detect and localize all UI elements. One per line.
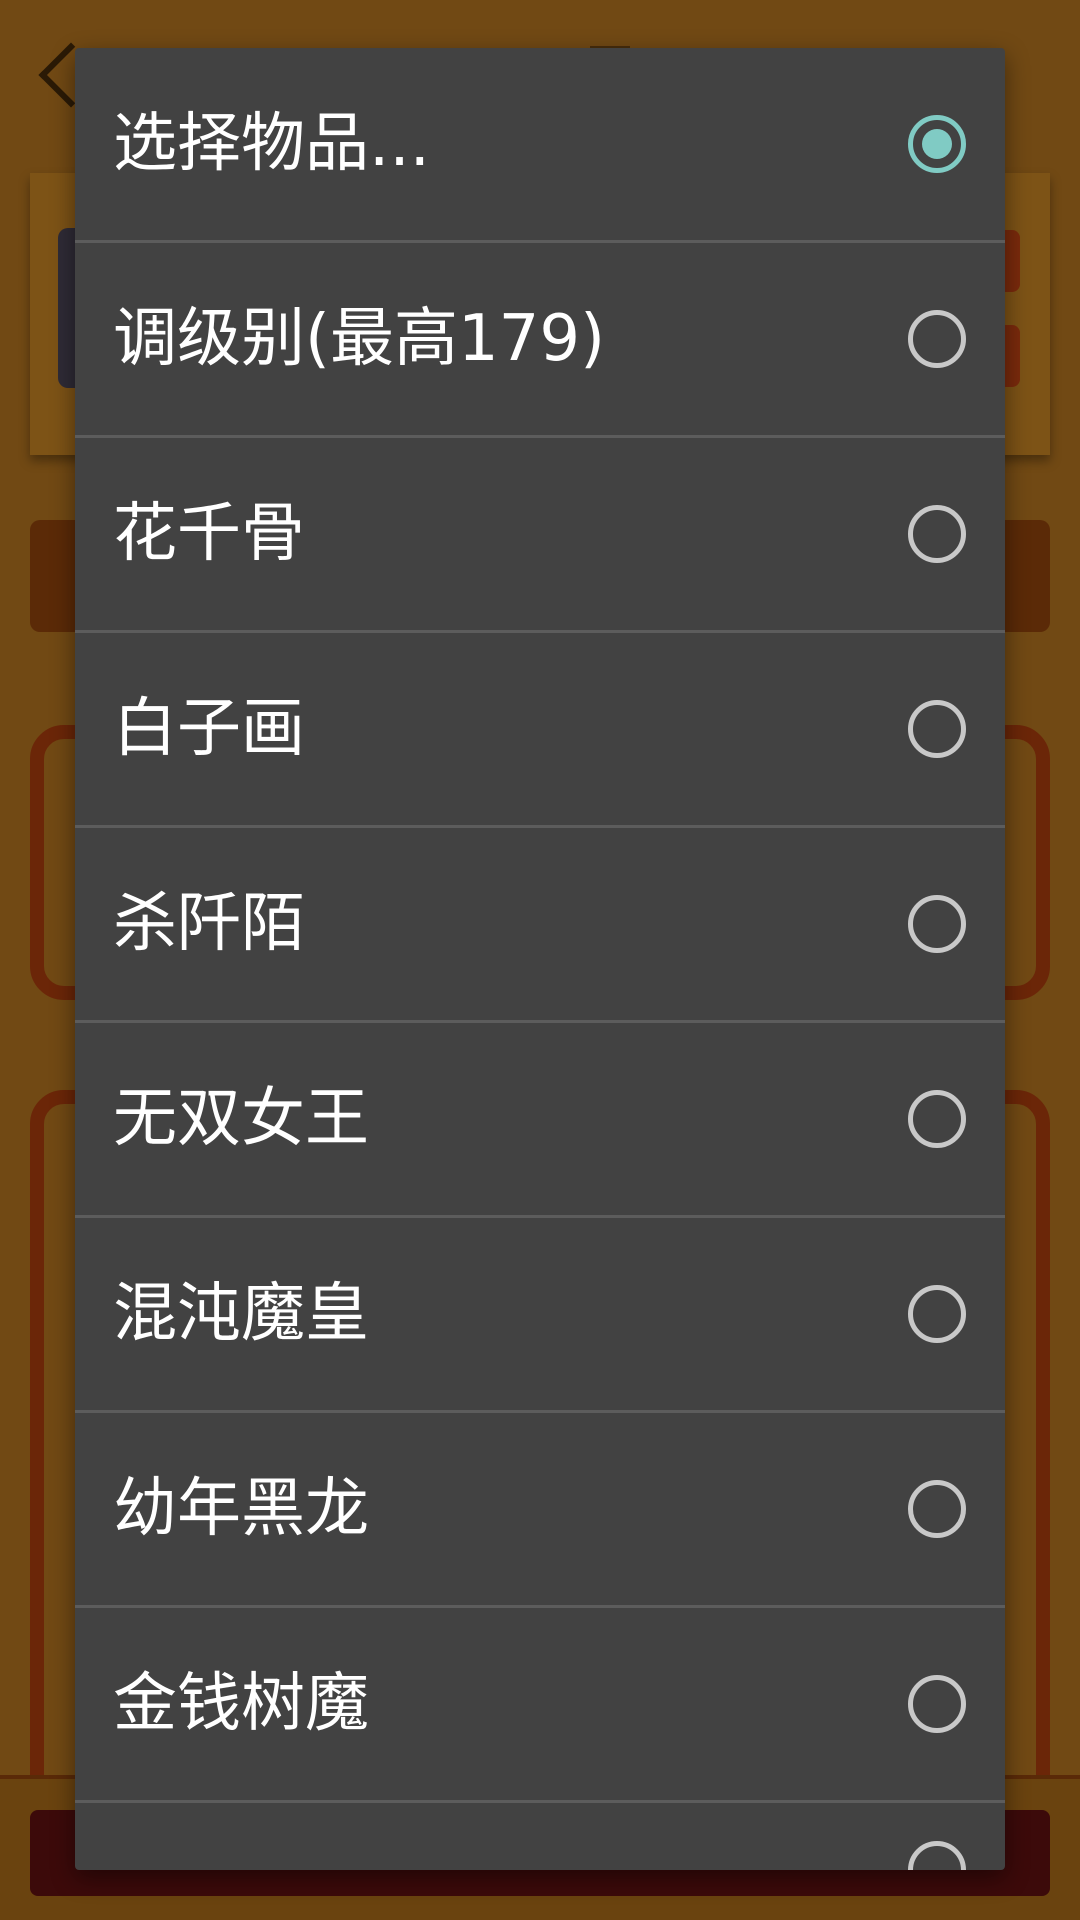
option-wushuang-queen[interactable]: 无双女王 <box>75 1023 1005 1218</box>
option-sha-qianmo[interactable]: 杀阡陌 <box>75 828 1005 1023</box>
option-partial[interactable] <box>75 1803 1005 1870</box>
radio-dot-icon <box>922 129 952 159</box>
option-label: 幼年黑龙 <box>113 1472 369 1546</box>
radio-unselected-icon[interactable] <box>908 1841 966 1870</box>
radio-unselected-icon[interactable] <box>908 505 966 563</box>
option-label: 选择物品... <box>113 107 431 181</box>
radio-unselected-icon[interactable] <box>908 1285 966 1343</box>
radio-unselected-icon[interactable] <box>908 1480 966 1538</box>
option-money-tree-demon[interactable]: 金钱树魔 <box>75 1608 1005 1803</box>
radio-unselected-icon[interactable] <box>908 895 966 953</box>
option-label: 花千骨 <box>113 497 305 571</box>
option-hua-qiangu[interactable]: 花千骨 <box>75 438 1005 633</box>
option-label: 调级别(最高179) <box>113 302 606 376</box>
option-young-black-dragon[interactable]: 幼年黑龙 <box>75 1413 1005 1608</box>
option-label: 无双女王 <box>113 1082 369 1156</box>
radio-unselected-icon[interactable] <box>908 1090 966 1148</box>
option-adjust-level[interactable]: 调级别(最高179) <box>75 243 1005 438</box>
option-bai-zihua[interactable]: 白子画 <box>75 633 1005 828</box>
radio-unselected-icon[interactable] <box>908 310 966 368</box>
option-label: 杀阡陌 <box>113 887 305 961</box>
radio-selected-icon[interactable] <box>908 115 966 173</box>
option-select-item[interactable]: 选择物品... <box>75 48 1005 243</box>
radio-unselected-icon[interactable] <box>908 1675 966 1733</box>
option-chaos-demon-emperor[interactable]: 混沌魔皇 <box>75 1218 1005 1413</box>
option-label: 白子画 <box>113 692 305 766</box>
radio-unselected-icon[interactable] <box>908 700 966 758</box>
option-label: 混沌魔皇 <box>113 1277 369 1351</box>
option-label: 金钱树魔 <box>113 1667 369 1741</box>
item-select-dialog: 选择物品... 调级别(最高179) 花千骨 白子画 杀阡陌 无双女王 混沌魔皇… <box>75 48 1005 1870</box>
